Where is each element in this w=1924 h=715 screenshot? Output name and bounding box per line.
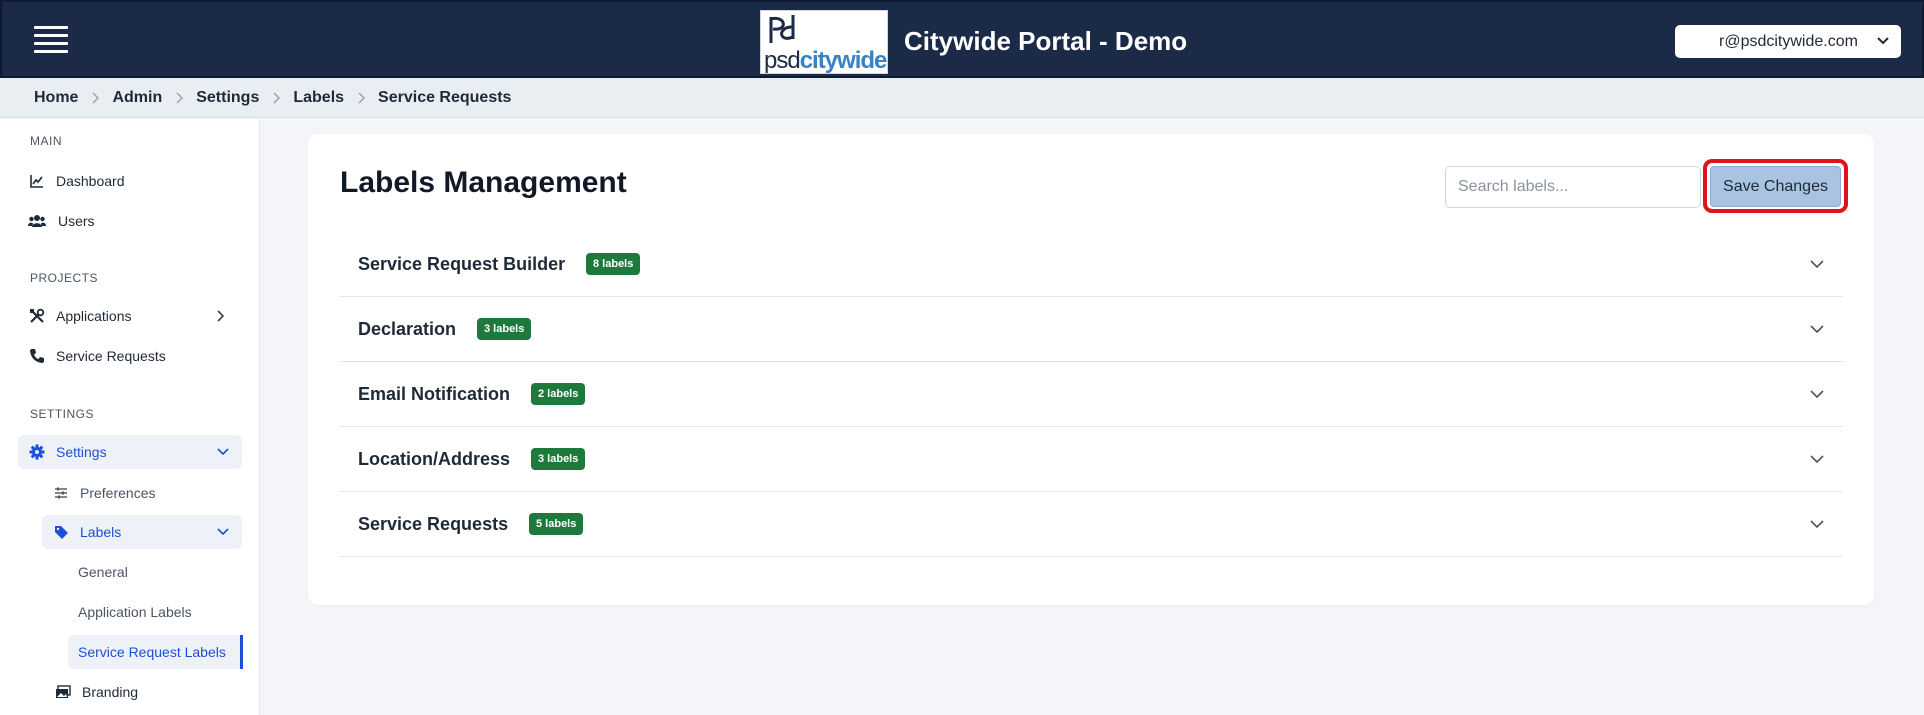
logo-mark-icon [769,15,795,43]
accordion-service-requests[interactable]: Service Requests 5 labels [340,492,1843,557]
save-changes-button[interactable]: Save Changes [1710,166,1841,207]
sidebar-item-label: Users [58,213,95,229]
psdcitywide-logo: psdcitywide [760,10,888,74]
gear-icon [28,443,46,461]
top-header: psdcitywide Citywide Portal - Demo r@psd… [0,0,1924,78]
sidebar-item-label: Preferences [80,485,156,501]
tools-icon [28,307,46,325]
search-input[interactable] [1445,166,1701,208]
chevron-right-icon [92,92,100,104]
accordion-service-request-builder[interactable]: Service Request Builder 8 labels [340,232,1843,297]
chevron-down-icon [1810,390,1824,399]
chevron-down-icon [1810,520,1824,529]
user-account-dropdown[interactable]: r@psdcitywide.com [1675,25,1901,58]
chevron-down-icon [1877,37,1889,45]
sidebar-item-applications[interactable]: Applications [28,299,240,333]
chevron-down-icon [217,448,229,456]
label-count-badge: 3 labels [477,318,532,340]
tag-icon [52,523,70,541]
accordion-email-notification[interactable]: Email Notification 2 labels [340,362,1843,427]
breadcrumb-home[interactable]: Home [34,89,78,107]
sidebar-item-application-labels[interactable]: Application Labels [78,595,240,629]
chevron-down-icon [1810,325,1824,334]
breadcrumb-service-requests: Service Requests [378,89,512,106]
label-count-badge: 5 labels [529,513,584,535]
accordion-title: Location/Address [358,449,511,469]
sidebar-item-label: Dashboard [56,173,125,189]
sidebar-item-service-request-labels[interactable]: Service Request Labels [68,635,243,669]
accordion-title: Service Request Builder [358,254,566,274]
chevron-down-icon [1810,260,1824,269]
breadcrumb-labels[interactable]: Labels [293,89,344,107]
sidebar-item-labels[interactable]: Labels [42,515,242,549]
sidebar-item-branding[interactable]: Branding [54,675,240,709]
sidebar: MAIN Dashboard Users PROJECTS Applicatio… [0,119,260,715]
sidebar-item-general[interactable]: General [78,555,240,589]
sidebar-section-settings: SETTINGS [30,407,95,421]
user-email: r@psdcitywide.com [1719,33,1858,50]
sidebar-item-label: Branding [82,684,139,700]
sidebar-item-label: Settings [56,444,107,460]
chevron-right-icon [217,310,225,322]
breadcrumb: Home Admin Settings Labels Service Reque… [34,78,511,118]
sidebar-item-service-requests[interactable]: Service Requests [28,339,240,373]
app-title: Citywide Portal - Demo [904,26,1188,56]
users-icon [28,212,46,230]
accordion-title: Email Notification [358,384,511,404]
sidebar-item-label: Applications [56,308,132,324]
accordion-title: Service Requests [358,514,509,534]
sidebar-item-settings[interactable]: Settings [18,435,242,469]
hamburger-menu-icon[interactable] [34,26,68,56]
sidebar-item-label: Labels [80,524,122,540]
page-title: Labels Management [340,166,627,199]
sliders-icon [52,484,70,502]
sidebar-section-main: MAIN [30,134,62,148]
sidebar-item-users[interactable]: Users [28,204,240,238]
breadcrumb-settings[interactable]: Settings [196,89,259,107]
accordion-title: Declaration [358,319,457,339]
label-count-badge: 8 labels [586,253,641,275]
sidebar-section-projects: PROJECTS [30,271,99,285]
accordion-location-address[interactable]: Location/Address 3 labels [340,427,1843,492]
images-icon [54,683,72,701]
sidebar-item-dashboard[interactable]: Dashboard [28,164,240,198]
chevron-right-icon [176,92,184,104]
chevron-right-icon [273,92,281,104]
chevron-down-icon [1810,455,1824,464]
breadcrumb-admin[interactable]: Admin [112,89,162,107]
phone-icon [28,347,46,365]
sidebar-item-label: Service Requests [56,348,166,364]
sidebar-item-preferences[interactable]: Preferences [52,476,240,510]
line-chart-icon [28,172,46,190]
chevron-right-icon [358,92,366,104]
chevron-down-icon [217,528,229,536]
label-count-badge: 2 labels [531,383,586,405]
label-count-badge: 3 labels [531,448,586,470]
logo-wordmark: psdcitywide [764,47,887,74]
breadcrumb-bar: Home Admin Settings Labels Service Reque… [0,78,1924,118]
accordion-declaration[interactable]: Declaration 3 labels [340,297,1843,362]
